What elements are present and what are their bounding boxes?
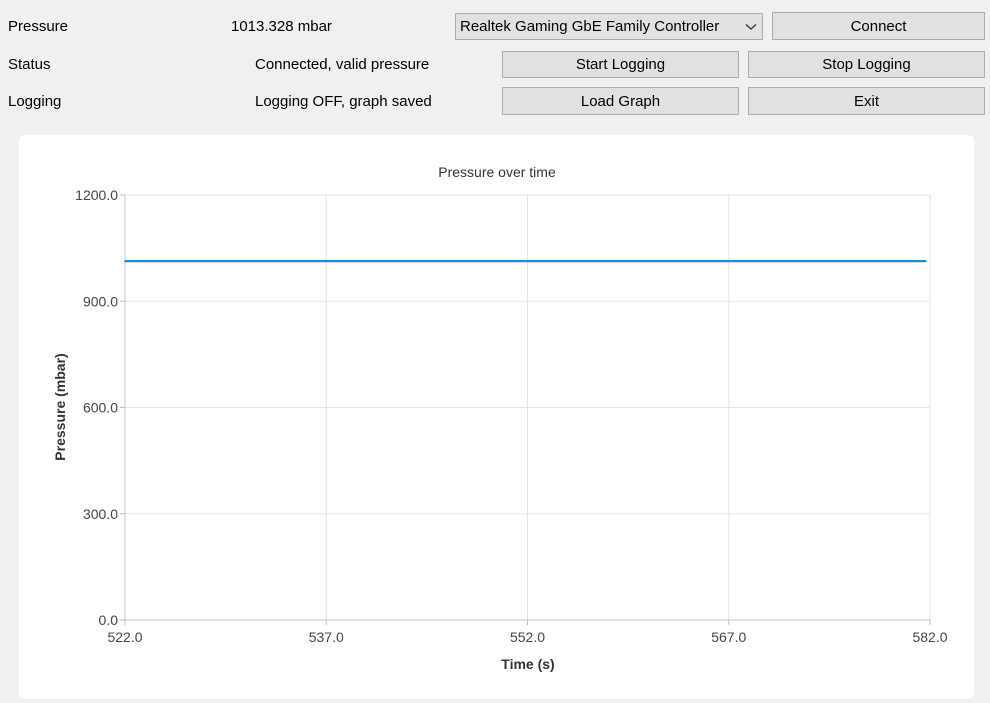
x-tick-label: 582.0	[912, 629, 947, 645]
chevron-down-icon[interactable]	[740, 14, 762, 39]
chart-title: Pressure over time	[438, 164, 556, 180]
x-tick-label: 537.0	[309, 629, 344, 645]
load-graph-button[interactable]: Load Graph	[502, 87, 739, 115]
pressure-label: Pressure	[8, 18, 69, 35]
network-adapter-select[interactable]: Realtek Gaming GbE Family Controller	[455, 13, 763, 40]
y-tick-label: 300.0	[83, 506, 118, 522]
pressure-value: 1013.328 mbar	[231, 18, 332, 35]
data-point	[925, 260, 927, 262]
logging-label: Logging	[8, 93, 62, 110]
connect-button[interactable]: Connect	[772, 12, 985, 40]
data-point	[526, 260, 529, 262]
exit-button[interactable]: Exit	[748, 87, 985, 115]
chart-series	[124, 260, 927, 263]
y-axis-label: Pressure (mbar)	[52, 353, 68, 460]
y-tick-label: 0.0	[99, 612, 119, 628]
chart-panel: 522.0 537.0 552.0 567.0 582.0 1200.0 900.0 600.…	[19, 135, 974, 699]
x-tick-label: 567.0	[711, 629, 746, 645]
logging-value: Logging OFF, graph saved	[255, 93, 432, 110]
chart-axes: 522.0 537.0 552.0 567.0 582.0 1200.0 900.0 600.…	[75, 187, 948, 645]
network-adapter-selected: Realtek Gaming GbE Family Controller	[460, 18, 720, 35]
y-tick-label: 900.0	[83, 293, 118, 309]
data-point	[124, 260, 126, 262]
pressure-chart: 522.0 537.0 552.0 567.0 582.0 1200.0 900.0 600.…	[52, 164, 948, 672]
status-value: Connected, valid pressure	[255, 56, 430, 73]
status-label: Status	[8, 56, 51, 73]
y-tick-label: 600.0	[83, 400, 118, 416]
start-logging-button[interactable]: Start Logging	[502, 51, 739, 78]
y-tick-label: 1200.0	[75, 187, 118, 203]
data-point	[325, 260, 328, 262]
chart-grid	[124, 194, 931, 621]
x-tick-label: 552.0	[510, 629, 545, 645]
x-tick-label: 522.0	[107, 629, 142, 645]
data-point	[727, 260, 730, 262]
x-axis-label: Time (s)	[501, 656, 554, 672]
stop-logging-button[interactable]: Stop Logging	[748, 51, 985, 78]
